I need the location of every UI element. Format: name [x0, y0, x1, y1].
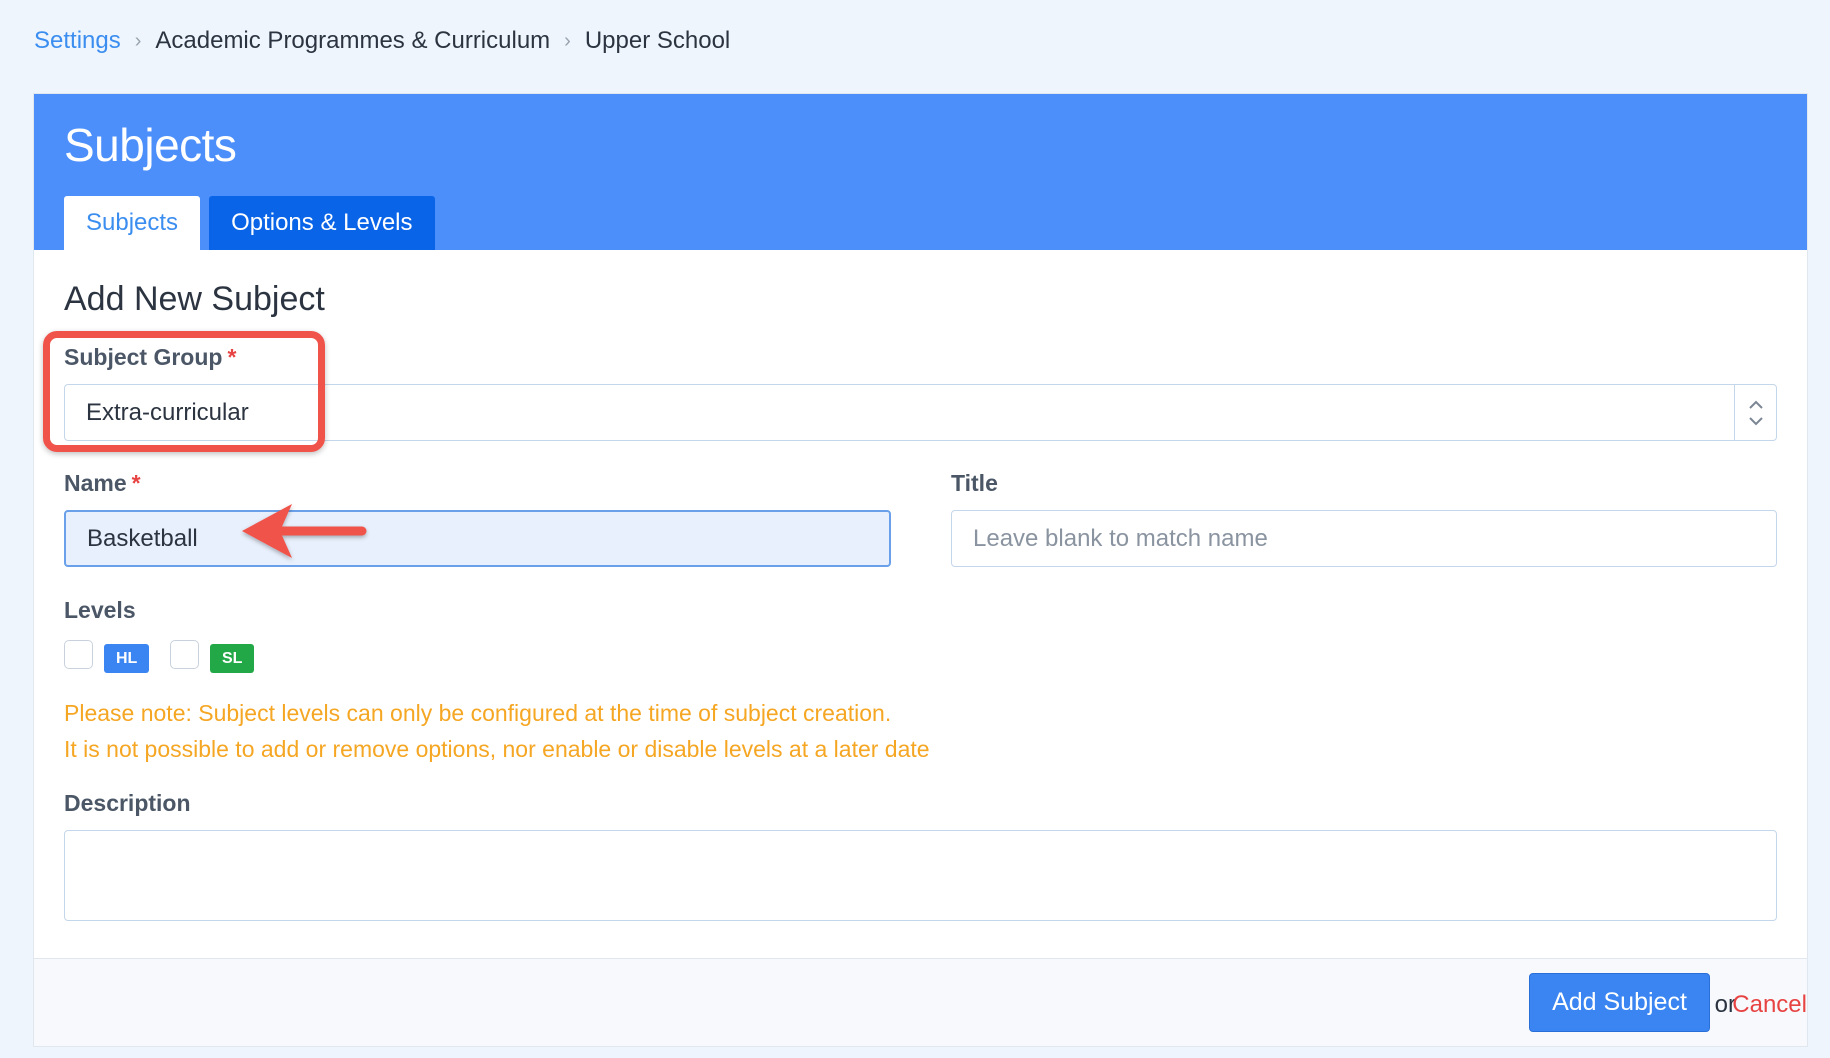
cancel-link[interactable]: Cancel: [1732, 991, 1807, 1019]
title-input-placeholder: Leave blank to match name: [973, 524, 1268, 552]
title-input[interactable]: Leave blank to match name: [951, 510, 1777, 567]
tab-options-levels[interactable]: Options & Levels: [209, 196, 435, 250]
name-input[interactable]: Basketball: [64, 510, 891, 567]
level-hl-badge: HL: [104, 644, 150, 673]
subject-group-value: Extra-curricular: [86, 398, 249, 426]
name-label-text: Name: [64, 470, 127, 496]
chevron-right-icon: ›: [134, 30, 142, 52]
required-mark: *: [131, 470, 141, 496]
select-arrows-icon: [1734, 385, 1776, 440]
level-sl-badge: SL: [210, 644, 255, 673]
levels-note-line1: Please note: Subject levels can only be …: [64, 700, 892, 726]
required-mark: *: [227, 344, 237, 370]
tab-subjects[interactable]: Subjects: [64, 196, 201, 250]
page-title: Subjects: [64, 119, 237, 171]
breadcrumb-upper-school: Upper School: [584, 27, 731, 54]
level-sl-checkbox[interactable]: [170, 640, 199, 669]
card-header: Subjects Subjects Options & Levels: [34, 94, 1807, 250]
title-label: Title: [951, 470, 998, 496]
levels-note-line2: It is not possible to add or remove opti…: [64, 736, 930, 762]
breadcrumb: Settings › Academic Programmes & Curricu…: [34, 26, 730, 56]
level-hl-checkbox[interactable]: [64, 640, 93, 669]
form-footer: Add Subject or Cancel: [34, 958, 1807, 1046]
section-title: Add New Subject: [64, 280, 325, 318]
updown-chevron-icon: [1748, 400, 1763, 425]
levels-label: Levels: [64, 597, 136, 623]
chevron-right-icon: ›: [564, 30, 571, 52]
tab-bar: Subjects Options & Levels: [64, 196, 444, 250]
add-subject-button[interactable]: Add Subject: [1529, 973, 1710, 1032]
subject-group-label-text: Subject Group: [64, 344, 223, 370]
description-textarea[interactable]: [64, 830, 1777, 921]
breadcrumb-settings-link[interactable]: Settings: [34, 26, 121, 56]
subject-group-label: Subject Group *: [64, 344, 236, 371]
subject-group-select[interactable]: Extra-curricular: [64, 384, 1777, 441]
name-label: Name *: [64, 470, 141, 497]
subjects-card: Subjects Subjects Options & Levels Add N…: [34, 94, 1807, 1046]
description-label: Description: [64, 790, 191, 816]
breadcrumb-academic-programmes: Academic Programmes & Curriculum: [155, 27, 551, 54]
name-input-value: Basketball: [87, 524, 198, 552]
